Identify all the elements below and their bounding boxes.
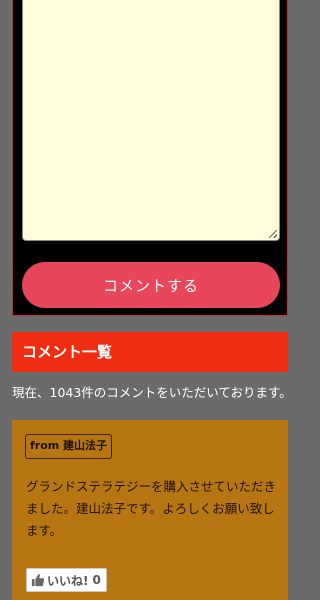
comment-author: from 建山法子 <box>25 434 113 459</box>
like-count: 0 <box>92 573 101 587</box>
comment-item: from 建山法子 グランドステラテジーを購入させていただきました。建山法子です… <box>12 420 288 600</box>
thumbs-up-icon <box>31 574 45 587</box>
like-button[interactable]: いいね! 0 <box>26 568 107 592</box>
comment-form: コメントする <box>12 0 288 316</box>
like-label: いいね! <box>47 573 89 588</box>
comment-count-text: 現在、1043件のコメントをいただいております。 <box>12 385 292 400</box>
comment-textarea[interactable] <box>22 0 280 241</box>
comment-list-heading: コメント一覧 <box>12 332 288 372</box>
submit-comment-button[interactable]: コメントする <box>22 262 280 308</box>
comment-body: グランドステラテジーを購入させていただきました。建山法子です。よろしくお願い致し… <box>26 479 277 538</box>
